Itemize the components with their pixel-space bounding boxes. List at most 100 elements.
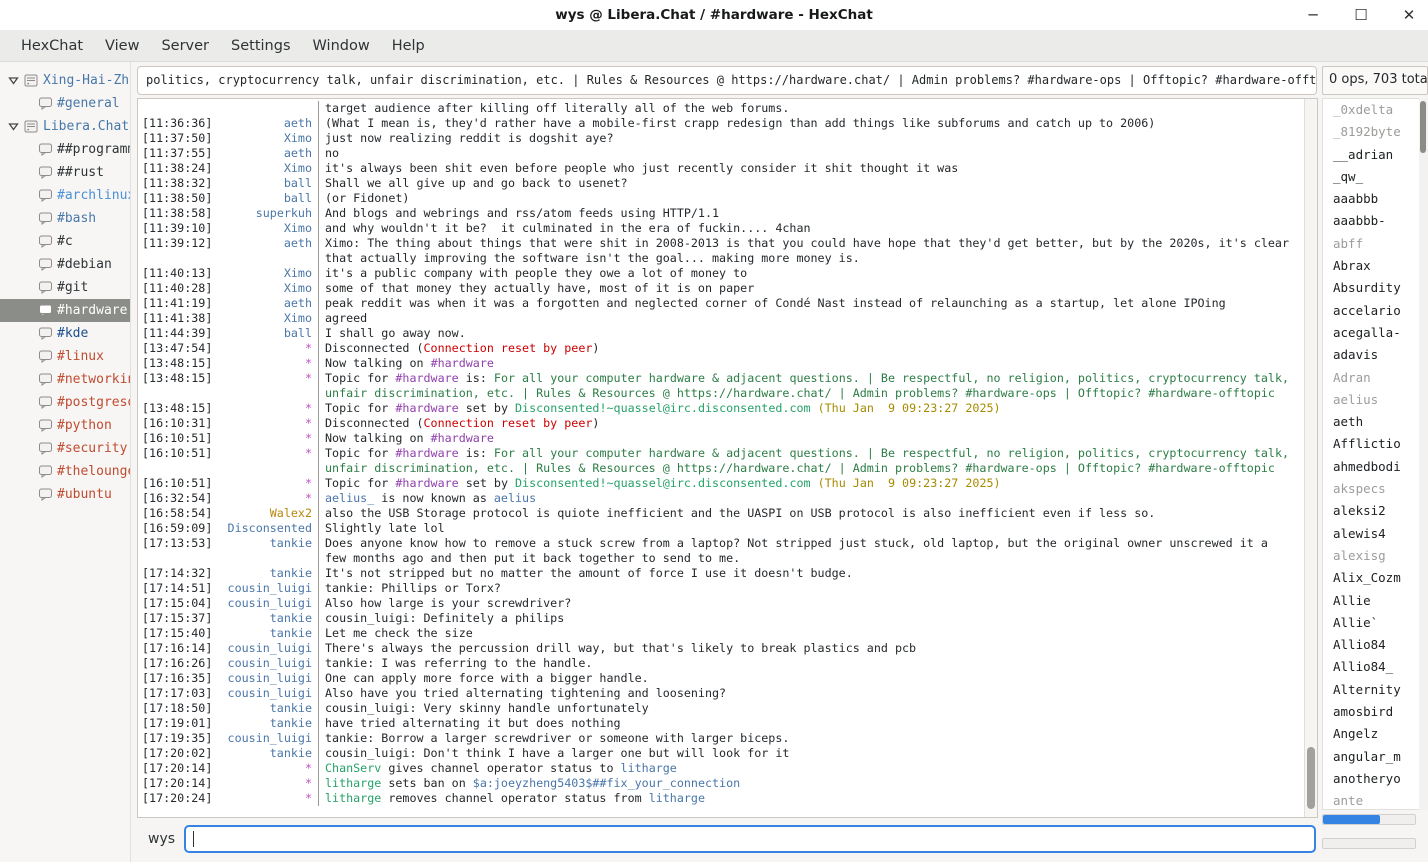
nick[interactable]: tankie	[222, 626, 318, 641]
nick[interactable]: ball	[222, 191, 318, 206]
nick[interactable]: *	[222, 431, 318, 446]
nick[interactable]: aeth	[222, 296, 318, 311]
user-item-aaabbb-[interactable]: aaabbb-	[1323, 210, 1419, 232]
tree-item-thelounge[interactable]: #thelounge	[0, 460, 130, 483]
nick[interactable]: cousin_luigi	[222, 731, 318, 746]
tree-item-linux[interactable]: #linux	[0, 345, 130, 368]
user-item-afflictio[interactable]: Afflictio	[1323, 433, 1419, 455]
close-button[interactable]: ✕	[1400, 0, 1418, 30]
user-item-alix_cozm[interactable]: Alix_Cozm	[1323, 567, 1419, 589]
user-item-__adrian[interactable]: __adrian	[1323, 144, 1419, 166]
tree-item-rust[interactable]: ##rust	[0, 161, 130, 184]
chat-scrollbar-thumb[interactable]	[1307, 747, 1315, 809]
nick[interactable]: *	[222, 356, 318, 371]
tree-item-hardware[interactable]: #hardware	[0, 299, 130, 322]
nick[interactable]: aeth	[222, 236, 318, 251]
tree-item-bash[interactable]: #bash	[0, 207, 130, 230]
nick[interactable]: *	[222, 761, 318, 776]
nick[interactable]: cousin_luigi	[222, 596, 318, 611]
nick[interactable]: tankie	[222, 611, 318, 626]
user-item-allie[interactable]: Allie	[1323, 590, 1419, 612]
user-item-anotheryo[interactable]: anotheryo	[1323, 768, 1419, 790]
userlist-scrollbar-thumb[interactable]	[1420, 101, 1426, 153]
user-item-adavis[interactable]: adavis	[1323, 344, 1419, 366]
user-item-ahmedbodi[interactable]: ahmedbodi	[1323, 456, 1419, 478]
user-item-ante[interactable]: ante	[1323, 790, 1419, 810]
nick[interactable]: *	[222, 416, 318, 431]
user-item-angelz[interactable]: Angelz	[1323, 723, 1419, 745]
maximize-button[interactable]: ☐	[1352, 0, 1370, 30]
nick[interactable]: cousin_luigi	[222, 641, 318, 656]
nick[interactable]: *	[222, 341, 318, 356]
userlist-scrollbar[interactable]	[1419, 98, 1428, 810]
user-item-alternity[interactable]: Alternity	[1323, 679, 1419, 701]
menu-view[interactable]: View	[94, 30, 150, 62]
nick[interactable]: tankie	[222, 536, 318, 551]
tree-item-security[interactable]: #security	[0, 437, 130, 460]
nick[interactable]: tankie	[222, 701, 318, 716]
user-item-aaabbb[interactable]: aaabbb	[1323, 188, 1419, 210]
minimize-button[interactable]: ─	[1304, 0, 1322, 30]
menu-hexchat[interactable]: HexChat	[10, 30, 94, 62]
user-item-aleksi2[interactable]: aleksi2	[1323, 500, 1419, 522]
user-item-aelius[interactable]: aelius	[1323, 389, 1419, 411]
nick[interactable]: *	[222, 791, 318, 806]
nick[interactable]: cousin_luigi	[222, 686, 318, 701]
tree-item-xing-hai-zhan[interactable]: Xing-Hai-Zhan	[0, 69, 130, 92]
user-item-alewis4[interactable]: alewis4	[1323, 523, 1419, 545]
message-input[interactable]	[184, 825, 1316, 853]
user-item-_8192byte[interactable]: _8192byte	[1323, 121, 1419, 143]
user-item-amosbird[interactable]: amosbird	[1323, 701, 1419, 723]
tree-item-python[interactable]: #python	[0, 414, 130, 437]
nick[interactable]: Ximo	[222, 266, 318, 281]
tree-item-programming[interactable]: ##programming	[0, 138, 130, 161]
nick[interactable]: Ximo	[222, 131, 318, 146]
tree-item-general[interactable]: #general	[0, 92, 130, 115]
menu-window[interactable]: Window	[302, 30, 381, 62]
user-item-akspecs[interactable]: akspecs	[1323, 478, 1419, 500]
tree-item-networking[interactable]: #networking	[0, 368, 130, 391]
nick[interactable]: *	[222, 476, 318, 491]
nick[interactable]: Ximo	[222, 221, 318, 236]
tree-item-debian[interactable]: #debian	[0, 253, 130, 276]
tree-item-kde[interactable]: #kde	[0, 322, 130, 345]
user-item-accelario[interactable]: accelario	[1323, 300, 1419, 322]
user-item-acegalla-[interactable]: acegalla-	[1323, 322, 1419, 344]
user-item-allio84_[interactable]: Allio84_	[1323, 656, 1419, 678]
nick[interactable]: Walex2	[222, 506, 318, 521]
nick[interactable]: tankie	[222, 746, 318, 761]
tree-item-libera.chat[interactable]: Libera.Chat	[0, 115, 130, 138]
nick[interactable]: Ximo	[222, 281, 318, 296]
menu-settings[interactable]: Settings	[220, 30, 301, 62]
tree-item-c[interactable]: #c	[0, 230, 130, 253]
user-item-_0xdelta[interactable]: _0xdelta	[1323, 99, 1419, 121]
user-item-aeth[interactable]: aeth	[1323, 411, 1419, 433]
nick[interactable]: cousin_luigi	[222, 656, 318, 671]
tree-item-git[interactable]: #git	[0, 276, 130, 299]
nick[interactable]: *	[222, 776, 318, 791]
nick[interactable]: cousin_luigi	[222, 671, 318, 686]
nick[interactable]: Ximo	[222, 161, 318, 176]
nick[interactable]: aeth	[222, 116, 318, 131]
tree-item-ubuntu[interactable]: #ubuntu	[0, 483, 130, 506]
user-item-absurdity[interactable]: Absurdity	[1323, 277, 1419, 299]
nick[interactable]: *	[222, 401, 318, 416]
nick[interactable]: *	[222, 371, 318, 386]
menu-server[interactable]: Server	[150, 30, 220, 62]
user-item-angular_m[interactable]: angular_m	[1323, 746, 1419, 768]
menu-help[interactable]: Help	[381, 30, 436, 62]
nick[interactable]: ball	[222, 176, 318, 191]
user-item-abff[interactable]: abff	[1323, 233, 1419, 255]
user-item-adran[interactable]: Adran	[1323, 367, 1419, 389]
nick[interactable]: cousin_luigi	[222, 581, 318, 596]
user-item-allie`[interactable]: Allie`	[1323, 612, 1419, 634]
nick[interactable]: Ximo	[222, 311, 318, 326]
tree-item-archlinux[interactable]: #archlinux	[0, 184, 130, 207]
topic-input[interactable]: politics, cryptocurrency talk, unfair di…	[137, 66, 1317, 95]
tree-item-postgresql[interactable]: #postgresql	[0, 391, 130, 414]
nick[interactable]: aeth	[222, 146, 318, 161]
nick[interactable]: tankie	[222, 566, 318, 581]
nick[interactable]: *	[222, 446, 318, 461]
user-item-allio84[interactable]: Allio84	[1323, 634, 1419, 656]
user-item-_qw_[interactable]: _qw_	[1323, 166, 1419, 188]
